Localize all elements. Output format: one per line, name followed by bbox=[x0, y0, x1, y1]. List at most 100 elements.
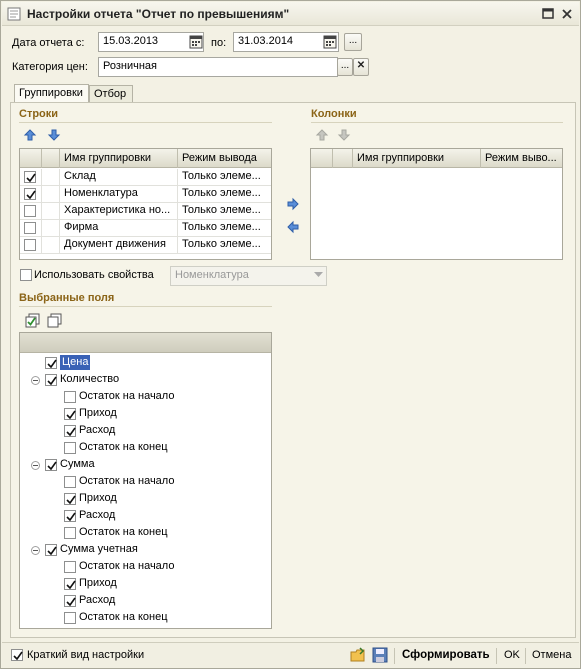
ok-button[interactable]: OK bbox=[504, 649, 520, 661]
tree-item[interactable]: Сумма учетная bbox=[20, 542, 271, 559]
tree-item-checkbox[interactable] bbox=[64, 442, 76, 454]
tree-item[interactable]: Остаток на конец bbox=[20, 440, 271, 457]
table-row[interactable]: Документ движения Только элеме... bbox=[20, 237, 271, 254]
tree-item[interactable]: Приход bbox=[20, 491, 271, 508]
use-properties-checkbox[interactable] bbox=[20, 269, 32, 281]
tree-item[interactable]: Расход bbox=[20, 508, 271, 525]
move-down-icon[interactable] bbox=[47, 128, 61, 142]
open-settings-icon[interactable] bbox=[350, 647, 366, 663]
row-check-cell[interactable] bbox=[20, 169, 42, 186]
tab-filter[interactable]: Отбор bbox=[89, 85, 133, 102]
row-checkbox[interactable] bbox=[24, 188, 36, 200]
row-check-cell[interactable] bbox=[20, 220, 42, 237]
tree-item-checkbox[interactable] bbox=[45, 544, 57, 556]
tree-item-checkbox[interactable] bbox=[64, 408, 76, 420]
tree-item[interactable]: Остаток на начало bbox=[20, 389, 271, 406]
row-check-cell[interactable] bbox=[20, 237, 42, 254]
row-check-cell[interactable] bbox=[20, 186, 42, 203]
tree-item-checkbox[interactable] bbox=[64, 612, 76, 624]
row-output-mode[interactable]: Только элеме... bbox=[178, 220, 271, 237]
selected-fields-tree[interactable]: Цена Количество Остаток на начало Приход Рас… bbox=[19, 332, 272, 629]
row-icon-cell bbox=[42, 203, 60, 220]
tree-item-checkbox[interactable] bbox=[45, 459, 57, 471]
row-output-mode[interactable]: Только элеме... bbox=[178, 237, 271, 254]
tree-item-label: Расход bbox=[79, 594, 116, 606]
row-checkbox[interactable] bbox=[24, 222, 36, 234]
table-row[interactable]: Фирма Только элеме... bbox=[20, 220, 271, 237]
collapse-toggle-icon[interactable] bbox=[31, 376, 40, 385]
tree-item[interactable]: Приход bbox=[20, 406, 271, 423]
move-up-icon[interactable] bbox=[23, 128, 37, 142]
row-output-mode[interactable]: Только элеме... bbox=[178, 169, 271, 186]
tree-item-checkbox[interactable] bbox=[45, 357, 57, 369]
row-checkbox[interactable] bbox=[24, 205, 36, 217]
cancel-button[interactable]: Отмена bbox=[532, 649, 571, 661]
move-down-disabled-icon[interactable] bbox=[337, 128, 351, 142]
tree-item-checkbox[interactable] bbox=[64, 391, 76, 403]
table-row[interactable]: Номенклатура Только элеме... bbox=[20, 186, 271, 203]
table-row[interactable]: Характеристика но... Только элеме... bbox=[20, 203, 271, 220]
tree-item[interactable]: Сумма bbox=[20, 457, 271, 474]
tree-item-checkbox[interactable] bbox=[64, 425, 76, 437]
date-to-label: по: bbox=[211, 37, 227, 49]
move-left-icon[interactable] bbox=[286, 220, 300, 234]
tree-item-checkbox[interactable] bbox=[64, 578, 76, 590]
tree-item-checkbox[interactable] bbox=[64, 527, 76, 539]
tree-item[interactable]: Приход bbox=[20, 576, 271, 593]
price-category-select-button[interactable]: ... bbox=[337, 58, 353, 76]
tree-item-checkbox[interactable] bbox=[64, 476, 76, 488]
collapse-toggle-icon[interactable] bbox=[31, 546, 40, 555]
tree-item[interactable]: Количество bbox=[20, 372, 271, 389]
tree-item-checkbox[interactable] bbox=[64, 595, 76, 607]
move-up-disabled-icon[interactable] bbox=[315, 128, 329, 142]
close-icon[interactable] bbox=[559, 6, 575, 22]
collapse-toggle-icon[interactable] bbox=[31, 461, 40, 470]
group-name-column-header[interactable]: Имя группировки bbox=[353, 149, 481, 168]
row-group-name: Фирма bbox=[60, 220, 178, 237]
tree-item[interactable]: Остаток на начало bbox=[20, 559, 271, 576]
tree-item[interactable]: Расход bbox=[20, 593, 271, 610]
period-select-button[interactable]: ... bbox=[344, 33, 362, 51]
tree-item-label: Остаток на начало bbox=[79, 390, 175, 402]
output-mode-column-header[interactable]: Режим вывода bbox=[178, 149, 271, 168]
row-check-cell[interactable] bbox=[20, 203, 42, 220]
short-view-checkbox[interactable] bbox=[11, 649, 23, 661]
output-mode-column-header[interactable]: Режим выво... bbox=[481, 149, 562, 168]
checkmark-icon bbox=[47, 376, 57, 386]
tab-groupings[interactable]: Группировки bbox=[14, 84, 89, 103]
tree-item[interactable]: Остаток на конец bbox=[20, 525, 271, 542]
tree-item[interactable]: Расход bbox=[20, 423, 271, 440]
tree-item[interactable]: Цена bbox=[20, 355, 271, 372]
tree-item-checkbox[interactable] bbox=[64, 510, 76, 522]
columns-grid[interactable]: Имя группировки Режим выво... bbox=[310, 148, 563, 260]
price-category-clear-button[interactable]: ✕ bbox=[353, 58, 369, 76]
title-bar: Настройки отчета "Отчет по превышениям" bbox=[2, 2, 579, 26]
icon-column-header bbox=[333, 149, 353, 168]
tree-item[interactable]: Остаток на начало bbox=[20, 474, 271, 491]
price-category-field[interactable]: Розничная bbox=[98, 57, 338, 77]
tree-item-checkbox[interactable] bbox=[64, 561, 76, 573]
calendar-icon[interactable] bbox=[189, 34, 203, 49]
window-title: Настройки отчета "Отчет по превышениям" bbox=[27, 7, 290, 21]
check-all-icon[interactable] bbox=[25, 313, 41, 328]
row-checkbox[interactable] bbox=[24, 239, 36, 251]
row-checkbox[interactable] bbox=[24, 171, 36, 183]
group-name-column-header[interactable]: Имя группировки bbox=[60, 149, 178, 168]
tree-item-checkbox[interactable] bbox=[45, 374, 57, 386]
maximize-icon[interactable] bbox=[540, 6, 556, 22]
table-row[interactable]: Склад Только элеме... bbox=[20, 169, 271, 186]
calendar-icon[interactable] bbox=[323, 34, 337, 49]
row-output-mode[interactable]: Только элеме... bbox=[178, 186, 271, 203]
move-right-icon[interactable] bbox=[286, 197, 300, 211]
save-settings-icon[interactable] bbox=[372, 647, 388, 663]
row-group-name: Характеристика но... bbox=[60, 203, 178, 220]
uncheck-all-icon[interactable] bbox=[47, 313, 63, 328]
row-output-mode[interactable]: Только элеме... bbox=[178, 203, 271, 220]
tree-item[interactable]: Остаток на конец bbox=[20, 610, 271, 627]
tree-item-checkbox[interactable] bbox=[64, 493, 76, 505]
settings-doc-icon bbox=[7, 7, 21, 21]
rows-grid[interactable]: Имя группировки Режим вывода Склад Только… bbox=[19, 148, 272, 260]
generate-button[interactable]: Сформировать bbox=[402, 649, 490, 661]
use-properties-select[interactable]: Номенклатура bbox=[170, 266, 327, 286]
use-properties-label: Использовать свойства bbox=[34, 269, 154, 281]
